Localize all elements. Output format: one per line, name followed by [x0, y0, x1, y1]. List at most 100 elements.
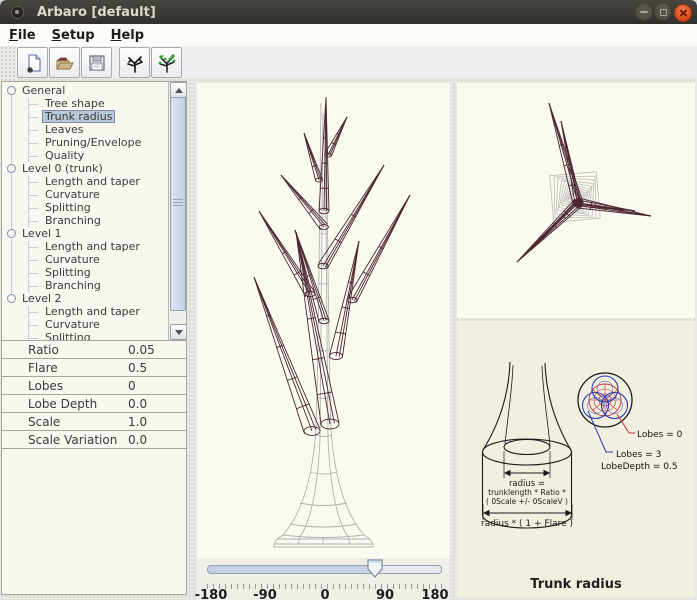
flare-formula: radius * ( 1 + Flare ): [481, 519, 573, 529]
sidebar-item-label: General: [19, 84, 68, 97]
param-value[interactable]: 0.0: [128, 397, 147, 411]
sidebar-item-level2-curvature[interactable]: Curvature: [2, 318, 169, 331]
param-row-lobes[interactable]: Lobes0: [2, 377, 186, 395]
sidebar-item-level1-length[interactable]: Length and taper: [2, 240, 169, 253]
tree-guide: [28, 306, 39, 318]
expand-handle-icon[interactable]: [7, 229, 16, 238]
scrollbar-thumb[interactable]: [170, 97, 186, 311]
maximize-button[interactable]: [655, 4, 671, 20]
sidebar-item-level1-curvature[interactable]: Curvature: [2, 253, 169, 266]
new-file-icon: [22, 52, 44, 74]
front-view-wireframe: [197, 83, 450, 558]
param-value[interactable]: 0.05: [128, 343, 155, 357]
render-tree-bw-button[interactable]: [119, 47, 150, 78]
param-value[interactable]: 1.0: [128, 415, 147, 429]
param-row-scale[interactable]: Scale1.0: [2, 413, 186, 431]
window-title: Arbaro [default]: [37, 5, 156, 20]
sidebar-item-leaves[interactable]: Leaves: [2, 123, 169, 136]
tree-guide: [28, 241, 39, 253]
sidebar-item-level0-curvature[interactable]: Curvature: [2, 188, 169, 201]
param-row-ratio[interactable]: Ratio0.05: [2, 341, 186, 359]
scroll-down-arrow-icon[interactable]: [170, 324, 186, 340]
expand-handle-icon[interactable]: [7, 294, 16, 303]
param-value[interactable]: 0: [128, 379, 136, 393]
menu-setup[interactable]: Setup: [45, 27, 102, 44]
slider-thumb[interactable]: [367, 559, 383, 578]
help-panel: radius = trunklength * Ratio * ( 0Scale …: [457, 321, 695, 597]
sidebar-item-level2-length[interactable]: Length and taper: [2, 305, 169, 318]
tree-guide: [28, 137, 39, 149]
param-row-lobe-depth[interactable]: Lobe Depth0.0: [2, 395, 186, 413]
top-view-canvas: [457, 83, 695, 318]
sidebar-item-label: Level 2: [19, 292, 65, 305]
app-window: Arbaro [default] File Setup Help: [0, 0, 697, 600]
param-name: Scale: [28, 415, 128, 429]
top-view-wireframe: [457, 83, 695, 318]
tree-guide: [28, 124, 39, 136]
expand-handle-icon[interactable]: [7, 86, 16, 95]
sidebar-item-general[interactable]: General: [2, 84, 169, 97]
parameter-tree: General Tree shape Trunk radius Leaves P…: [2, 82, 186, 341]
sidebar-item-pruning-envelope[interactable]: Pruning/Envelope: [2, 136, 169, 149]
sidebar-item-quality[interactable]: Quality: [2, 149, 169, 162]
sidebar-item-level0-branching[interactable]: Branching: [2, 214, 169, 227]
sidebar-item-label: Level 0 (trunk): [19, 162, 106, 175]
tree-color-icon: [156, 52, 178, 74]
tree-guide: [28, 111, 39, 123]
title-bar[interactable]: Arbaro [default]: [0, 0, 697, 25]
sidebar-item-level1-splitting[interactable]: Splitting: [2, 266, 169, 279]
sidebar-item-label: Leaves: [42, 123, 86, 136]
sidebar-item-label: Branching: [42, 279, 104, 292]
tree-guide: [28, 267, 39, 279]
tree-guide: [28, 150, 39, 162]
tick-label: 90: [376, 588, 394, 600]
sidebar-item-label: Quality: [42, 149, 87, 162]
lobes0-label: Lobes = 0: [637, 430, 683, 440]
param-value[interactable]: 0.5: [128, 361, 147, 375]
tree-guide: [28, 280, 39, 292]
sidebar-item-level-0[interactable]: Level 0 (trunk): [2, 162, 169, 175]
slider-track[interactable]: [207, 565, 442, 574]
sidebar-item-level0-length[interactable]: Length and taper: [2, 175, 169, 188]
open-file-button[interactable]: [49, 47, 80, 78]
param-value[interactable]: 0.0: [128, 433, 147, 447]
sidebar-item-label: Splitting: [42, 266, 94, 279]
sidebar-item-label: Curvature: [42, 253, 103, 266]
tick-label: -90: [253, 588, 277, 600]
tree-scrollbar[interactable]: [168, 82, 186, 340]
sidebar-item-level0-splitting[interactable]: Splitting: [2, 201, 169, 214]
sidebar-item-label: Length and taper: [42, 240, 143, 253]
sidebar-item-label: Length and taper: [42, 305, 143, 318]
scroll-up-arrow-icon[interactable]: [170, 82, 186, 98]
minimize-button[interactable]: [636, 4, 652, 20]
help-caption: Trunk radius: [457, 577, 695, 592]
sidebar-item-label: Level 1: [19, 227, 65, 240]
menu-help[interactable]: Help: [104, 27, 151, 44]
sidebar-item-trunk-radius[interactable]: Trunk radius: [2, 110, 169, 123]
menu-file[interactable]: File: [2, 27, 43, 44]
sidebar-item-level-2[interactable]: Level 2: [2, 292, 169, 305]
sidebar-item-level-1[interactable]: Level 1: [2, 227, 169, 240]
tree-guide: [28, 254, 39, 266]
new-tree-button[interactable]: [17, 47, 48, 78]
sidebar-item-label: Curvature: [42, 188, 103, 201]
param-row-flare[interactable]: Flare0.5: [2, 359, 186, 377]
tree-guide: [28, 319, 39, 331]
sidebar-item-label: Length and taper: [42, 175, 143, 188]
toolbar-drag-handle[interactable]: [0, 46, 16, 77]
sidebar-item-tree-shape[interactable]: Tree shape: [2, 97, 169, 110]
param-name: Flare: [28, 361, 128, 375]
lobes3-label: Lobes = 3: [616, 450, 661, 460]
tick-label: 0: [320, 588, 329, 600]
expand-handle-icon[interactable]: [7, 164, 16, 173]
param-name: Lobes: [28, 379, 128, 393]
trunk-radius-diagram: radius = trunklength * Ratio * ( 0Scale …: [457, 321, 695, 577]
sidebar-item-level2-splitting[interactable]: Splitting: [2, 331, 169, 340]
save-file-button[interactable]: [81, 47, 112, 78]
close-button[interactable]: [674, 4, 692, 22]
param-name: Ratio: [28, 343, 128, 357]
sidebar-item-level1-branching[interactable]: Branching: [2, 279, 169, 292]
radius-formula-line2: trunklength * Ratio *: [488, 488, 566, 497]
render-tree-color-button[interactable]: [151, 47, 182, 78]
param-row-scale-variation[interactable]: Scale Variation0.0: [2, 431, 186, 449]
